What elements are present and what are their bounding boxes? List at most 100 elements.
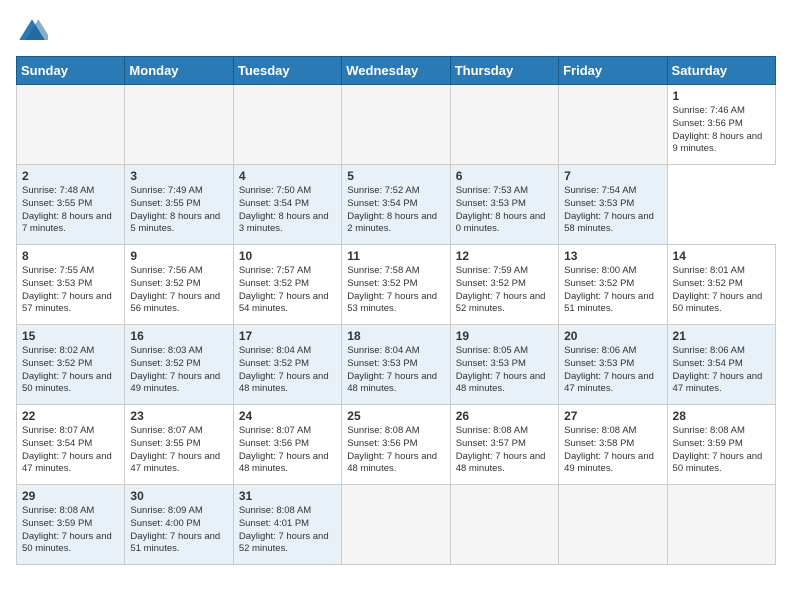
day-info: Sunrise: 7:49 AMSunset: 3:55 PMDaylight:… [130,185,220,234]
day-cell-12: 12Sunrise: 7:59 AMSunset: 3:52 PMDayligh… [450,245,558,325]
day-info: Sunrise: 8:08 AMSunset: 3:56 PMDaylight:… [347,425,437,474]
column-header-saturday: Saturday [667,57,775,85]
week-row-3: 8Sunrise: 7:55 AMSunset: 3:53 PMDaylight… [17,245,776,325]
day-cell-9: 9 Sunrise: 7:56 AMSunset: 3:52 PMDaylight… [125,245,233,325]
day-number: 23 [130,409,227,423]
day-cell-7: 7 Sunrise: 7:54 AMSunset: 3:53 PMDaylight… [559,165,667,245]
day-number: 14 [673,249,770,263]
day-number: 15 [22,329,119,343]
day-info: Sunrise: 8:07 AMSunset: 3:55 PMDaylight:… [130,425,220,474]
day-number: 11 [347,249,444,263]
column-header-wednesday: Wednesday [342,57,450,85]
day-number: 26 [456,409,553,423]
day-info: Sunrise: 8:04 AMSunset: 3:52 PMDaylight:… [239,345,329,394]
day-info: Sunrise: 8:08 AMSunset: 4:01 PMDaylight:… [239,505,329,554]
day-number: 2 [22,169,119,183]
day-cell-4: 4 Sunrise: 7:50 AMSunset: 3:54 PMDaylight… [233,165,341,245]
day-info: Sunrise: 8:06 AMSunset: 3:54 PMDaylight:… [673,345,763,394]
week-row-6: 29 Sunrise: 8:08 AMSunset: 3:59 PMDayligh… [17,485,776,565]
day-info: Sunrise: 8:01 AMSunset: 3:52 PMDaylight:… [673,265,763,314]
logo-icon [16,16,48,48]
day-number: 7 [564,169,661,183]
day-info: Sunrise: 7:52 AMSunset: 3:54 PMDaylight:… [347,185,437,234]
day-number: 4 [239,169,336,183]
week-row-2: 2 Sunrise: 7:48 AMSunset: 3:55 PMDaylight… [17,165,776,245]
day-cell-31: 31 Sunrise: 8:08 AMSunset: 4:01 PMDayligh… [233,485,341,565]
day-number: 30 [130,489,227,503]
day-cell-22: 22Sunrise: 8:07 AMSunset: 3:54 PMDayligh… [17,405,125,485]
header-row: SundayMondayTuesdayWednesdayThursdayFrid… [17,57,776,85]
day-number: 8 [22,249,119,263]
day-cell-5: 5Sunrise: 7:52 AMSunset: 3:54 PMDaylight… [342,165,450,245]
empty-cell [450,485,558,565]
day-cell-3: 3Sunrise: 7:49 AMSunset: 3:55 PMDaylight… [125,165,233,245]
day-cell-29: 29 Sunrise: 8:08 AMSunset: 3:59 PMDayligh… [17,485,125,565]
day-cell-28: 28Sunrise: 8:08 AMSunset: 3:59 PMDayligh… [667,405,775,485]
day-info: Sunrise: 7:53 AMSunset: 3:53 PMDaylight:… [456,185,546,234]
day-info: Sunrise: 7:50 AMSunset: 3:54 PMDaylight:… [239,185,329,234]
column-header-thursday: Thursday [450,57,558,85]
week-row-1: 1Sunrise: 7:46 AMSunset: 3:56 PMDaylight… [17,85,776,165]
day-info: Sunrise: 8:02 AMSunset: 3:52 PMDaylight:… [22,345,112,394]
day-info: Sunrise: 7:54 AMSunset: 3:53 PMDaylight:… [564,185,654,234]
day-cell-26: 26 Sunrise: 8:08 AMSunset: 3:57 PMDayligh… [450,405,558,485]
day-cell-1: 1Sunrise: 7:46 AMSunset: 3:56 PMDaylight… [667,85,775,165]
week-row-4: 15 Sunrise: 8:02 AMSunset: 3:52 PMDayligh… [17,325,776,405]
day-info: Sunrise: 7:48 AMSunset: 3:55 PMDaylight:… [22,185,112,234]
day-info: Sunrise: 8:08 AMSunset: 3:57 PMDaylight:… [456,425,546,474]
day-cell-17: 17Sunrise: 8:04 AMSunset: 3:52 PMDayligh… [233,325,341,405]
empty-cell [17,85,125,165]
day-cell-14: 14 Sunrise: 8:01 AMSunset: 3:52 PMDayligh… [667,245,775,325]
day-number: 25 [347,409,444,423]
day-info: Sunrise: 7:56 AMSunset: 3:52 PMDaylight:… [130,265,220,314]
day-info: Sunrise: 8:05 AMSunset: 3:53 PMDaylight:… [456,345,546,394]
day-cell-19: 19 Sunrise: 8:05 AMSunset: 3:53 PMDayligh… [450,325,558,405]
day-number: 19 [456,329,553,343]
day-number: 29 [22,489,119,503]
empty-cell [667,485,775,565]
day-cell-25: 25 Sunrise: 8:08 AMSunset: 3:56 PMDayligh… [342,405,450,485]
day-cell-11: 11 Sunrise: 7:58 AMSunset: 3:52 PMDayligh… [342,245,450,325]
empty-cell [125,85,233,165]
day-number: 27 [564,409,661,423]
day-cell-21: 21 Sunrise: 8:06 AMSunset: 3:54 PMDayligh… [667,325,775,405]
day-number: 16 [130,329,227,343]
day-cell-18: 18Sunrise: 8:04 AMSunset: 3:53 PMDayligh… [342,325,450,405]
day-cell-20: 20Sunrise: 8:06 AMSunset: 3:53 PMDayligh… [559,325,667,405]
day-cell-6: 6 Sunrise: 7:53 AMSunset: 3:53 PMDaylight… [450,165,558,245]
empty-cell [342,85,450,165]
day-number: 28 [673,409,770,423]
day-info: Sunrise: 8:03 AMSunset: 3:52 PMDaylight:… [130,345,220,394]
day-info: Sunrise: 7:59 AMSunset: 3:52 PMDaylight:… [456,265,546,314]
day-cell-10: 10 Sunrise: 7:57 AMSunset: 3:52 PMDayligh… [233,245,341,325]
day-cell-30: 30 Sunrise: 8:09 AMSunset: 4:00 PMDayligh… [125,485,233,565]
day-number: 18 [347,329,444,343]
day-info: Sunrise: 7:58 AMSunset: 3:52 PMDaylight:… [347,265,437,314]
day-number: 24 [239,409,336,423]
day-number: 9 [130,249,227,263]
column-header-sunday: Sunday [17,57,125,85]
column-header-monday: Monday [125,57,233,85]
day-number: 10 [239,249,336,263]
day-info: Sunrise: 8:09 AMSunset: 4:00 PMDaylight:… [130,505,220,554]
day-number: 6 [456,169,553,183]
day-cell-16: 16 Sunrise: 8:03 AMSunset: 3:52 PMDayligh… [125,325,233,405]
empty-cell [233,85,341,165]
column-header-tuesday: Tuesday [233,57,341,85]
day-number: 31 [239,489,336,503]
day-number: 21 [673,329,770,343]
day-info: Sunrise: 8:08 AMSunset: 3:59 PMDaylight:… [22,505,112,554]
day-info: Sunrise: 8:06 AMSunset: 3:53 PMDaylight:… [564,345,654,394]
empty-cell [559,485,667,565]
day-cell-23: 23 Sunrise: 8:07 AMSunset: 3:55 PMDayligh… [125,405,233,485]
day-info: Sunrise: 7:57 AMSunset: 3:52 PMDaylight:… [239,265,329,314]
logo [16,16,52,48]
header [16,16,776,48]
day-number: 1 [673,89,770,103]
day-cell-2: 2 Sunrise: 7:48 AMSunset: 3:55 PMDaylight… [17,165,125,245]
empty-cell [450,85,558,165]
week-row-5: 22Sunrise: 8:07 AMSunset: 3:54 PMDayligh… [17,405,776,485]
day-info: Sunrise: 8:08 AMSunset: 3:58 PMDaylight:… [564,425,654,474]
day-cell-27: 27 Sunrise: 8:08 AMSunset: 3:58 PMDayligh… [559,405,667,485]
day-info: Sunrise: 8:07 AMSunset: 3:56 PMDaylight:… [239,425,329,474]
